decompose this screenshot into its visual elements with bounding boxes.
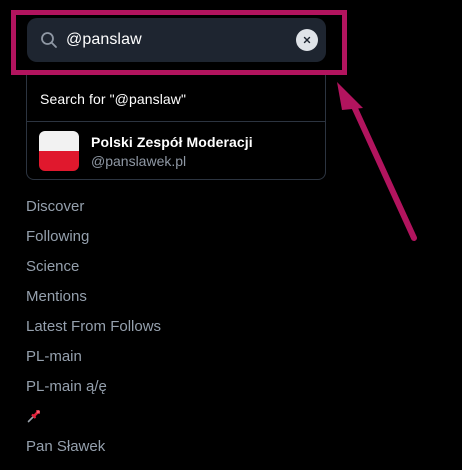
result-handle: @panslawek.pl (91, 153, 187, 169)
search-dropdown: Search for "@panslaw" Polski Zespół Mode… (26, 75, 326, 180)
search-for-label: Search for "@panslaw" (40, 91, 187, 107)
search-box[interactable] (27, 18, 326, 62)
clear-search-button[interactable] (296, 29, 318, 51)
avatar (39, 131, 79, 171)
result-name: Polski Zespół Moderacji (91, 134, 253, 150)
feed-item-pinned[interactable] (26, 408, 42, 428)
feed-item-mentions[interactable]: Mentions (26, 288, 87, 305)
feed-item-latest-from-follows[interactable]: Latest From Follows (26, 318, 161, 335)
search-input[interactable] (66, 30, 286, 50)
search-for-row[interactable]: Search for "@panslaw" (27, 75, 325, 122)
close-icon (302, 35, 312, 45)
pushpin-icon (26, 408, 42, 428)
feed-item-following[interactable]: Following (26, 228, 89, 245)
feed-item-science[interactable]: Science (26, 258, 79, 275)
screen: Search for "@panslaw" Polski Zespół Mode… (0, 0, 462, 470)
search-icon (40, 31, 58, 49)
feed-item-pan-slawek[interactable]: Pan Sławek (26, 438, 105, 455)
feed-item-pl-main-aę[interactable]: PL-main ą/ę (26, 378, 107, 395)
feed-item-discover[interactable]: Discover (26, 198, 84, 215)
feed-item-pl-main[interactable]: PL-main (26, 348, 82, 365)
search-result-row[interactable]: Polski Zespół Moderacji @panslawek.pl (27, 122, 325, 179)
